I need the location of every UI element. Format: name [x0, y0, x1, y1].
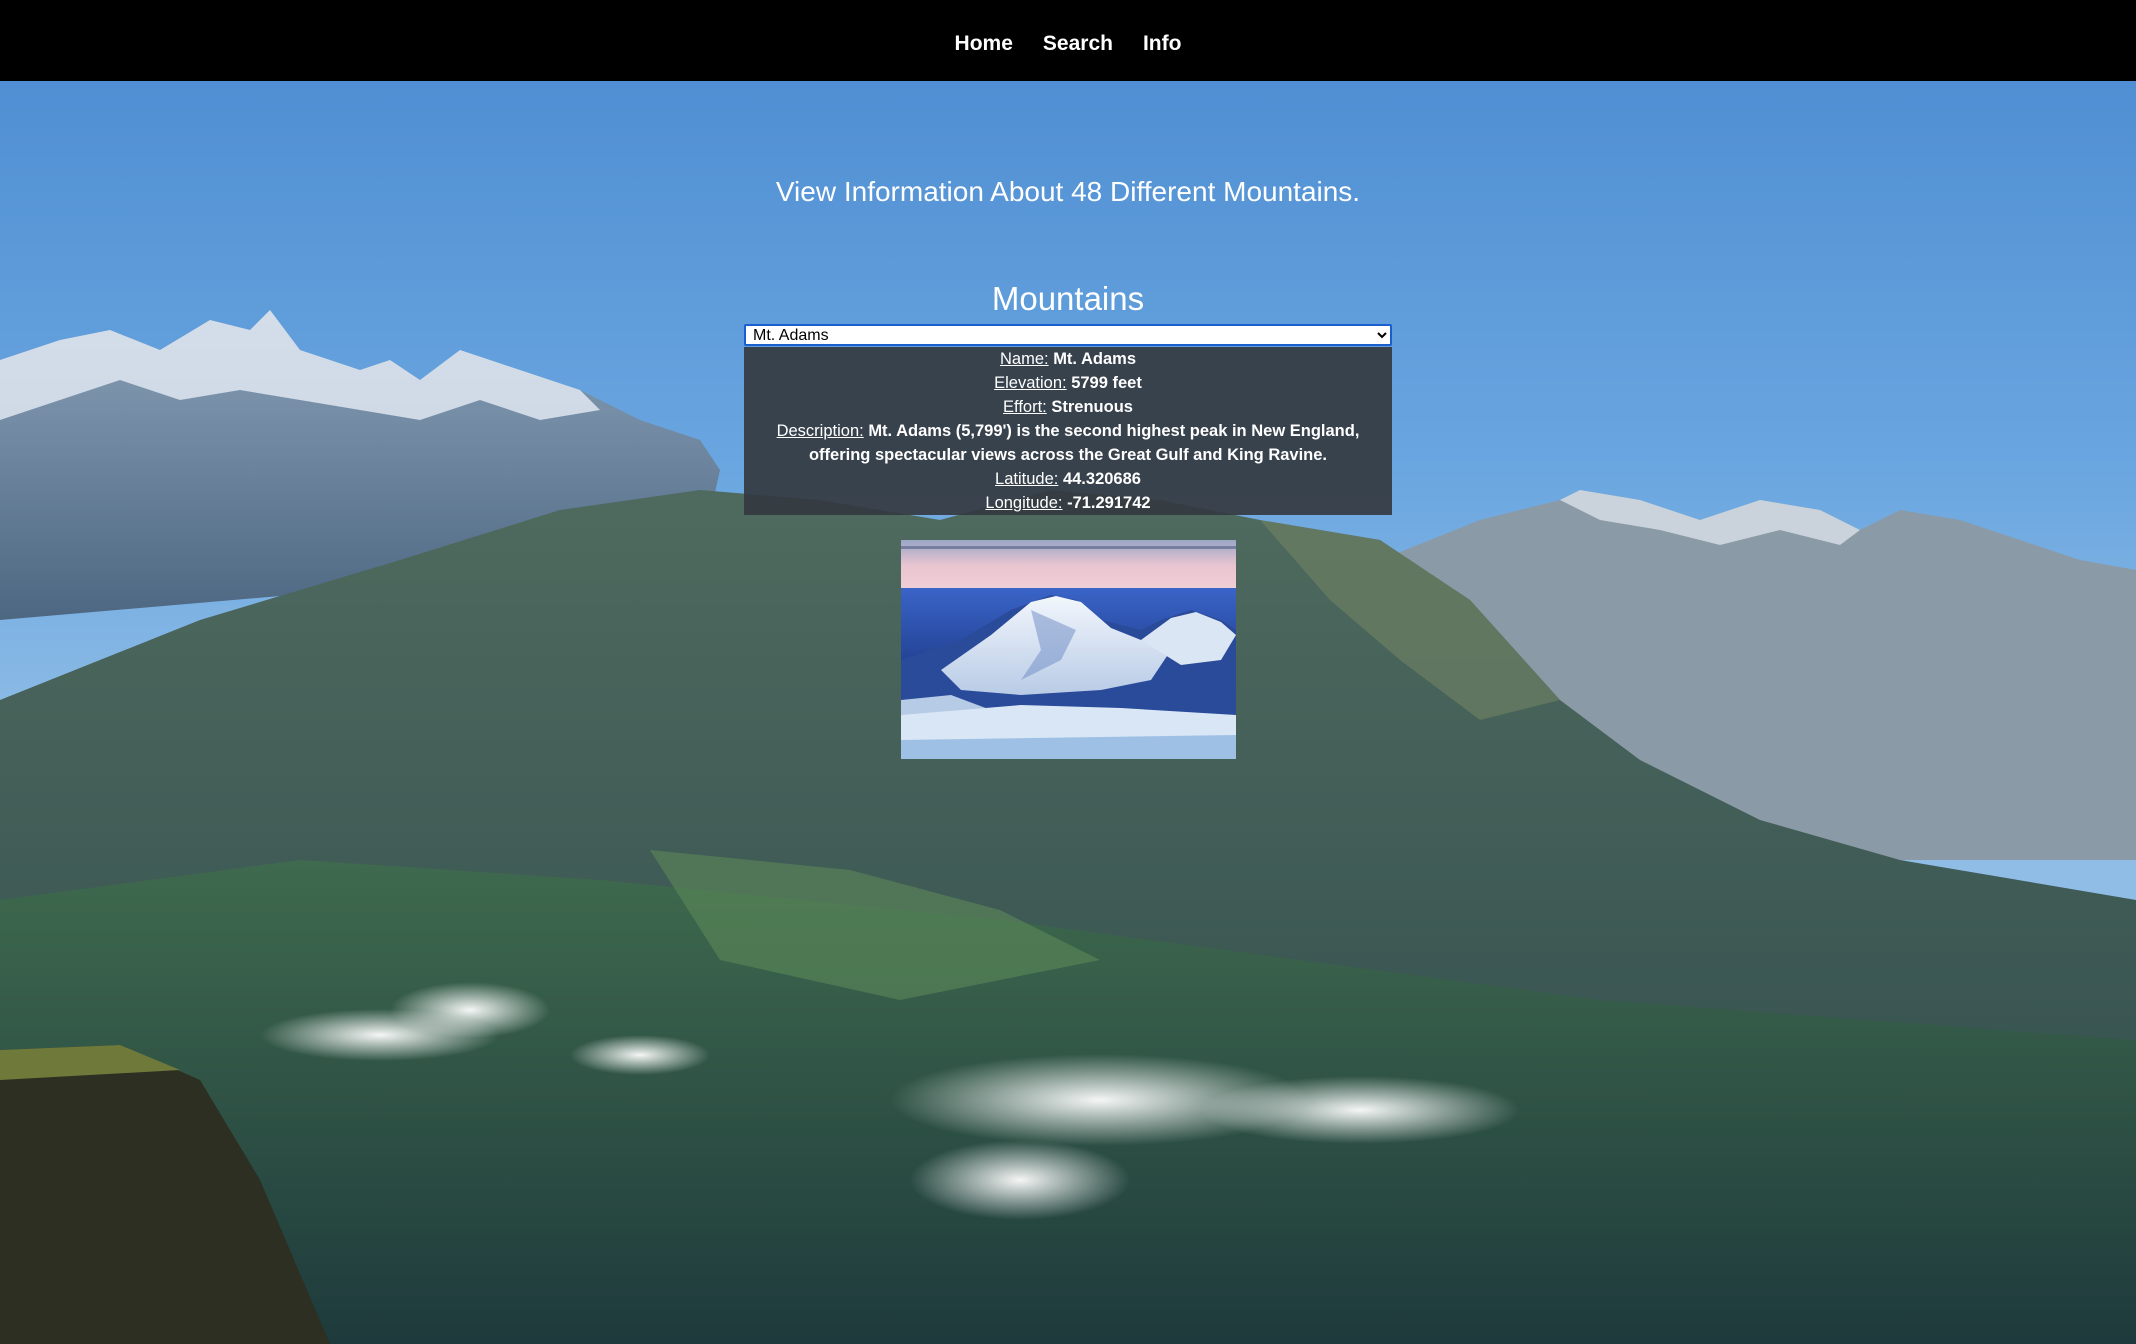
detail-longitude-label: Longitude: [985, 494, 1063, 512]
mountain-select-wrapper: Mt. Adams [744, 324, 1392, 346]
detail-elevation-label: Elevation: [994, 374, 1067, 392]
detail-name-label: Name: [999, 350, 1049, 368]
detail-description-row: Description: Mt. Adams (5,799') is the s… [748, 419, 1388, 467]
detail-effort-value: Strenuous [1051, 398, 1133, 416]
section-title: Mountains [991, 280, 1145, 317]
detail-longitude-row: Longitude: -71.291742 [748, 491, 1388, 515]
detail-effort-row: Effort: Strenuous [748, 395, 1388, 419]
detail-effort-label: Effort: [1003, 398, 1047, 416]
detail-latitude-row: Latitude: 44.320686 [748, 467, 1388, 491]
detail-description-value: Mt. Adams (5,799') is the second highest… [808, 422, 1360, 464]
mountain-details-panel: Name: Mt. Adams Elevation: 5799 feet Eff… [744, 347, 1392, 515]
mountain-photo [901, 540, 1236, 759]
detail-latitude-value: 44.320686 [1062, 470, 1141, 488]
detail-description-label: Description: [776, 422, 864, 440]
mountain-photo-image [901, 540, 1236, 759]
nav-search-link[interactable]: Search [1043, 26, 1113, 56]
detail-elevation-value: 5799 feet [1071, 374, 1142, 392]
detail-name-row: Name: Mt. Adams [748, 347, 1388, 371]
detail-longitude-value: -71.291742 [1067, 494, 1151, 512]
top-navbar: Home Search Info [0, 0, 2136, 81]
nav-info-link[interactable]: Info [1143, 26, 1181, 56]
detail-elevation-row: Elevation: 5799 feet [748, 371, 1388, 395]
page-headline: View Information About 48 Different Moun… [775, 176, 1361, 207]
nav-home-link[interactable]: Home [955, 26, 1013, 56]
detail-latitude-label: Latitude: [995, 470, 1059, 488]
mountain-select[interactable]: Mt. Adams [744, 324, 1392, 346]
detail-name-value: Mt. Adams [1053, 350, 1137, 368]
